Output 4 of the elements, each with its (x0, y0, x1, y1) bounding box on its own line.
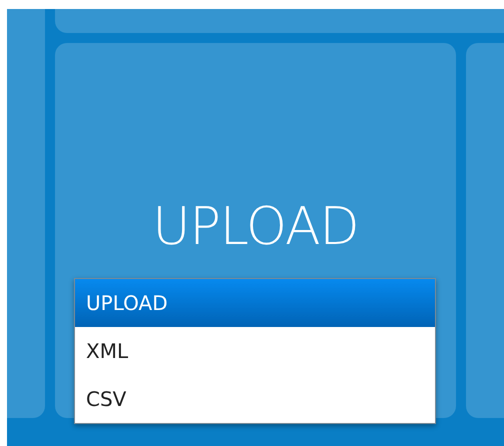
menu-item[interactable]: XML (75, 327, 435, 375)
menu-item[interactable]: UPLOAD (75, 279, 435, 327)
tile-title: UPLOAD (152, 196, 359, 259)
menu-item[interactable]: CSV (75, 375, 435, 423)
